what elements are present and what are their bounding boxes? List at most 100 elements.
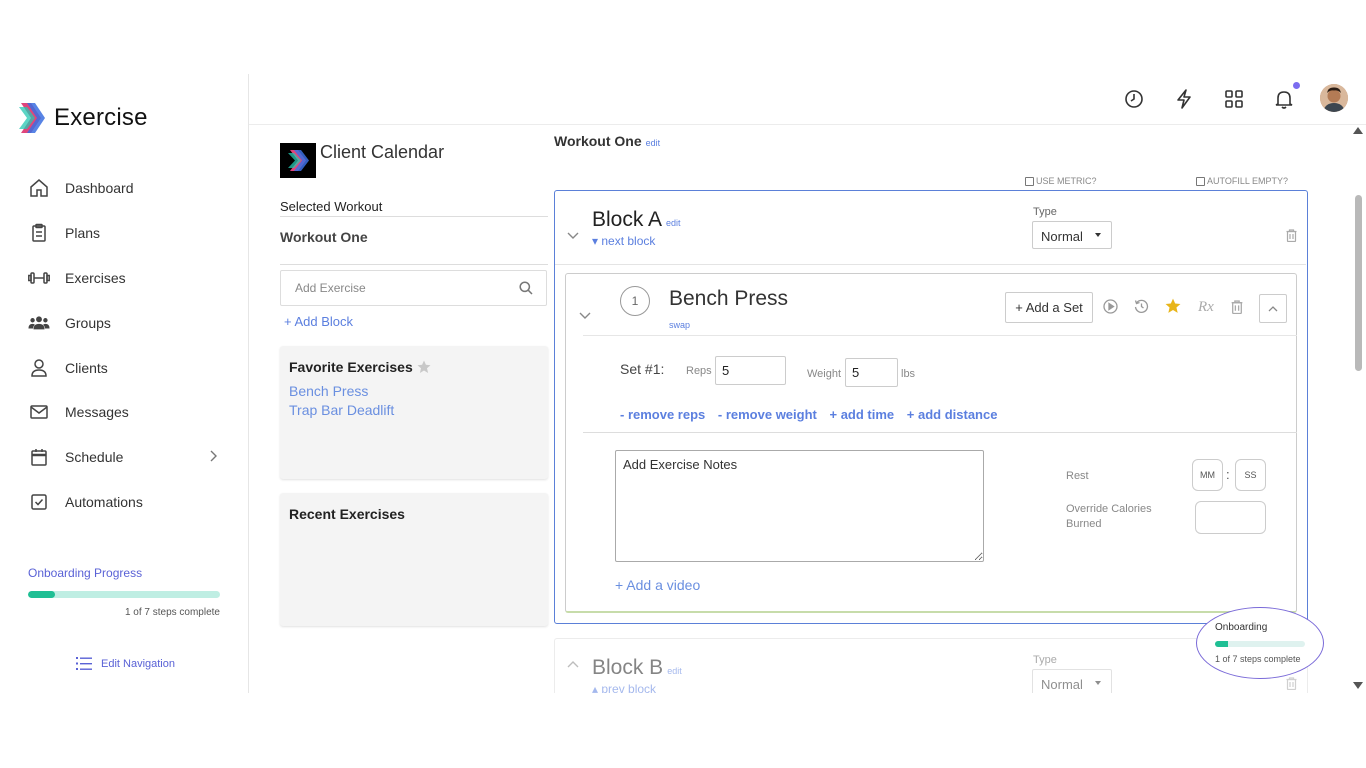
sidebar-item-automations[interactable]: Automations	[0, 480, 249, 525]
checkbox-box[interactable]	[1196, 176, 1205, 186]
selected-workout-name[interactable]: Workout One	[280, 229, 548, 265]
chevron-down-icon[interactable]	[579, 307, 591, 325]
sidebar-item-plans[interactable]: Plans	[0, 211, 249, 256]
trash-icon[interactable]	[1286, 229, 1297, 247]
checkbox-box[interactable]	[1025, 176, 1034, 186]
scrollbar[interactable]	[1351, 125, 1366, 693]
scrollbar-thumb[interactable]	[1355, 195, 1362, 371]
prev-block-link[interactable]: ▴ prev block	[592, 682, 656, 693]
sidebar-item-schedule[interactable]: Schedule	[0, 435, 249, 480]
add-distance-link[interactable]: + add distance	[907, 407, 998, 422]
add-time-link[interactable]: + add time	[829, 407, 894, 422]
use-metric-checkbox[interactable]: USE METRIC?	[1025, 176, 1097, 186]
override-calories-label: Override Calories Burned	[1066, 503, 1152, 530]
history-icon[interactable]	[1134, 299, 1149, 319]
star-icon	[417, 360, 431, 373]
dumbbell-icon	[28, 267, 50, 289]
divider	[583, 432, 1297, 433]
add-video-link[interactable]: + Add a video	[615, 577, 700, 593]
client-calendar-logo-icon	[280, 143, 316, 178]
next-block-link[interactable]: ▾ next block	[592, 234, 655, 248]
bell-icon[interactable]	[1273, 88, 1295, 110]
workout-editor: Workout One edit USE METRIC? AUTOFILL EMP…	[554, 125, 1336, 693]
onboarding-steps-text: 1 of 7 steps complete	[124, 607, 220, 618]
sidebar-item-exercises[interactable]: Exercises	[0, 256, 249, 301]
favorite-exercise-link[interactable]: Trap Bar Deadlift	[289, 402, 539, 418]
block-type-select[interactable]: Normal	[1032, 669, 1112, 693]
add-block-button[interactable]: + Add Block	[284, 314, 353, 329]
search-icon[interactable]	[519, 281, 533, 300]
caret-down-icon	[1095, 233, 1101, 237]
block-type-select[interactable]: Normal	[1032, 221, 1112, 249]
sidebar-item-label: Schedule	[65, 449, 124, 466]
sidebar-item-label: Messages	[65, 404, 129, 421]
recent-exercises-card: Recent Exercises	[280, 493, 548, 626]
scroll-up-arrow-icon[interactable]	[1353, 127, 1363, 134]
onboarding-progress-fill	[28, 591, 55, 598]
block-type-label: Type	[1033, 206, 1057, 218]
sidebar-item-messages[interactable]: Messages	[0, 390, 249, 435]
onboarding-title: Onboarding Progress	[28, 566, 143, 580]
chevron-down-icon[interactable]	[567, 227, 579, 245]
grid-icon[interactable]	[1223, 88, 1245, 110]
play-icon[interactable]	[1103, 299, 1118, 319]
weight-input[interactable]	[845, 358, 898, 387]
edit-navigation-link[interactable]: Edit Navigation	[76, 657, 175, 670]
sidebar-item-dashboard[interactable]: Dashboard	[0, 166, 249, 211]
selected-workout-label: Selected Workout	[280, 199, 548, 217]
edit-block-link[interactable]: edit	[667, 666, 682, 676]
collapse-button[interactable]	[1259, 294, 1287, 323]
lightning-icon[interactable]	[1173, 88, 1195, 110]
star-icon[interactable]	[1165, 298, 1181, 319]
remove-reps-link[interactable]: - remove reps	[620, 407, 705, 422]
block-b: Block Bedit ▴ prev block Type Normal	[554, 638, 1308, 693]
exercise-card: 1 Bench Press swap + Add a Set Rx Set #1…	[565, 273, 1297, 613]
user-icon	[28, 357, 50, 379]
checkbox-icon	[28, 491, 50, 513]
app-logo[interactable]: Exercise	[17, 103, 148, 133]
scroll-down-arrow-icon[interactable]	[1353, 682, 1363, 689]
autofill-empty-checkbox[interactable]: AUTOFILL EMPTY?	[1196, 176, 1288, 186]
trash-icon[interactable]	[1231, 300, 1243, 319]
use-metric-label: USE METRIC?	[1036, 176, 1097, 186]
onboarding-progress[interactable]: Onboarding Progress 1 of 7 steps complet…	[28, 566, 220, 618]
calendar-icon	[28, 446, 50, 468]
trash-icon[interactable]	[1286, 677, 1297, 693]
onboarding-widget[interactable]: Onboarding 1 of 7 steps complete	[1196, 607, 1324, 679]
client-calendar-title: Client Calendar	[320, 142, 445, 162]
sidebar-item-groups[interactable]: Groups	[0, 300, 249, 345]
clipboard-icon	[28, 222, 50, 244]
recent-exercises-title: Recent Exercises	[289, 506, 405, 522]
reps-input[interactable]	[715, 356, 786, 385]
add-exercise-input[interactable]	[280, 270, 547, 306]
clock-icon[interactable]	[1123, 88, 1145, 110]
rx-button[interactable]: Rx	[1198, 299, 1214, 316]
favorite-exercises-title: Favorite Exercises	[289, 359, 413, 375]
block-type-value: Normal	[1041, 229, 1083, 244]
sidebar-item-clients[interactable]: Clients	[0, 345, 249, 390]
sidebar-item-label: Groups	[65, 314, 111, 331]
favorite-exercise-link[interactable]: Bench Press	[289, 383, 539, 399]
rest-label: Rest	[1066, 470, 1089, 482]
block-title: Block Aedit	[592, 208, 681, 232]
block-title-text: Block B	[592, 656, 664, 679]
weight-label: Weight	[807, 368, 842, 380]
swap-exercise-link[interactable]: swap	[669, 320, 690, 330]
exercise-number: 1	[620, 286, 650, 316]
exercise-notes-input[interactable]	[615, 450, 984, 562]
edit-block-link[interactable]: edit	[666, 218, 681, 228]
avatar[interactable]	[1320, 84, 1348, 112]
chevron-up-icon[interactable]	[567, 655, 579, 673]
rest-seconds-input[interactable]: SS	[1235, 459, 1266, 491]
edit-workout-link[interactable]: edit	[646, 138, 661, 148]
add-set-button[interactable]: + Add a Set	[1005, 292, 1093, 323]
override-calories-input[interactable]	[1195, 501, 1266, 534]
remove-weight-link[interactable]: - remove weight	[718, 407, 817, 422]
exercise-name: Bench Press	[669, 287, 789, 310]
rest-minutes-input[interactable]: MM	[1192, 459, 1223, 491]
logo-mark-icon	[17, 103, 45, 133]
chevron-up-icon	[1268, 305, 1278, 311]
onboarding-widget-steps-text: 1 of 7 steps complete	[1215, 654, 1301, 664]
onboarding-widget-progress-bar	[1215, 641, 1305, 647]
group-icon	[28, 312, 50, 334]
